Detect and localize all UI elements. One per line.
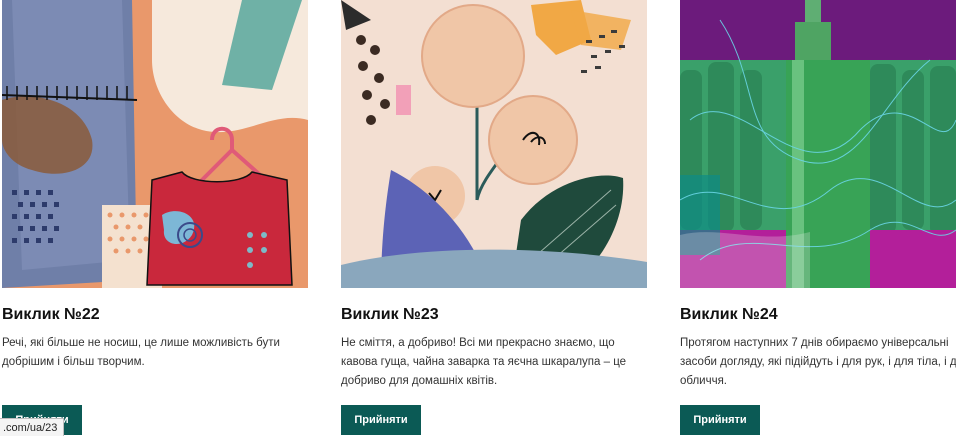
accept-challenge-24-button[interactable]: Прийняти <box>680 405 760 435</box>
status-bar-url: .com/ua/23 <box>0 418 65 436</box>
challenge-24-description-line-2: засоби догляду, які підійдуть і для рук,… <box>680 356 956 368</box>
clothes-collage-illustration <box>2 0 308 288</box>
challenge-23-image[interactable] <box>341 0 647 288</box>
challenge-22-image[interactable] <box>2 0 308 288</box>
challenge-24-description-line-3: обличчя. <box>680 375 728 387</box>
challenge-24-image[interactable] <box>680 0 956 288</box>
challenge-22-description: Речі, які більше не носиш, це лише можли… <box>2 337 280 368</box>
challenge-22-title[interactable]: Виклик №22 <box>2 306 100 324</box>
challenge-23-description: Не сміття, а добриво! Всі ми прекрасно з… <box>341 337 627 387</box>
challenge-24-title[interactable]: Виклик №24 <box>680 306 778 324</box>
challenge-24-description-line-1: Протягом наступних 7 днів обираємо уніве… <box>680 337 949 349</box>
bottles-collage-illustration <box>680 0 956 288</box>
accept-challenge-23-button[interactable]: Прийняти <box>341 405 421 435</box>
eggshell-plant-illustration <box>341 0 647 288</box>
challenge-24-description: Протягом наступних 7 днів обираємо уніве… <box>680 334 956 391</box>
challenge-23-title[interactable]: Виклик №23 <box>341 306 439 324</box>
